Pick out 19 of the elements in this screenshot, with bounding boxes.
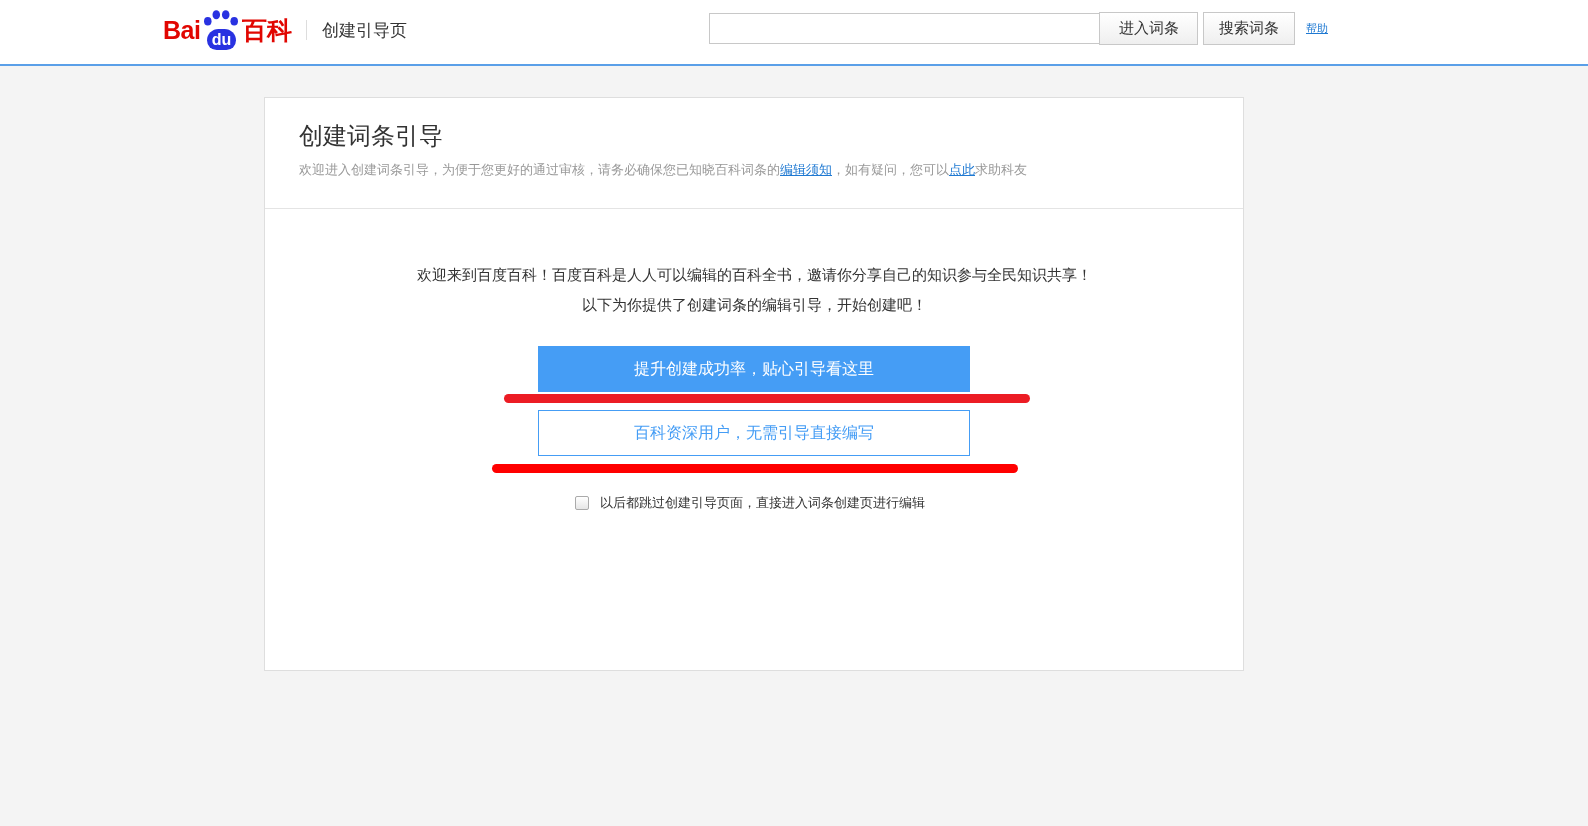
search-button[interactable]: 进入词条 [1099, 11, 1198, 45]
card-title: 创建词条引导 [299, 121, 444, 152]
logo-badge-text: du [206, 29, 237, 50]
guide-button[interactable]: 提升创建成功率，贴心引导看这里 [538, 346, 970, 392]
guide-button[interactable]: 百科资深用户，无需引导直接编写 [538, 410, 970, 456]
logo-text: 百科 [242, 14, 292, 46]
welcome-text: 欢迎来到百度百科！百度百科是人人可以编辑的百科全书，邀请你分享自己的知识参与全民知识共享！ [416, 265, 1092, 286]
logo-text: Bai [163, 15, 201, 45]
skip-label: 以后都跳过创建引导页面，直接进入词条创建页进行编辑 [600, 494, 925, 512]
intro-text: 欢迎进入创建词条引导，为便于您更好的通过审核，请务必确保您已知晓百科词条的编辑须知，如有疑问，您可以点此求助科友 [299, 162, 1028, 179]
intro-link[interactable]: 点此 [949, 162, 975, 177]
search-button[interactable]: 搜索词条 [1203, 11, 1295, 45]
welcome-text: 以下为你提供了创建词条的编辑引导，开始创建吧！ [581, 295, 927, 316]
help-link[interactable]: 帮助 [1306, 20, 1328, 36]
intro-link[interactable]: 编辑须知 [780, 162, 832, 177]
paw-toes-icon [202, 10, 241, 27]
search-field[interactable] [709, 12, 1099, 44]
page-title: 创建引导页 [322, 18, 408, 42]
skip-checkbox[interactable] [575, 496, 589, 510]
